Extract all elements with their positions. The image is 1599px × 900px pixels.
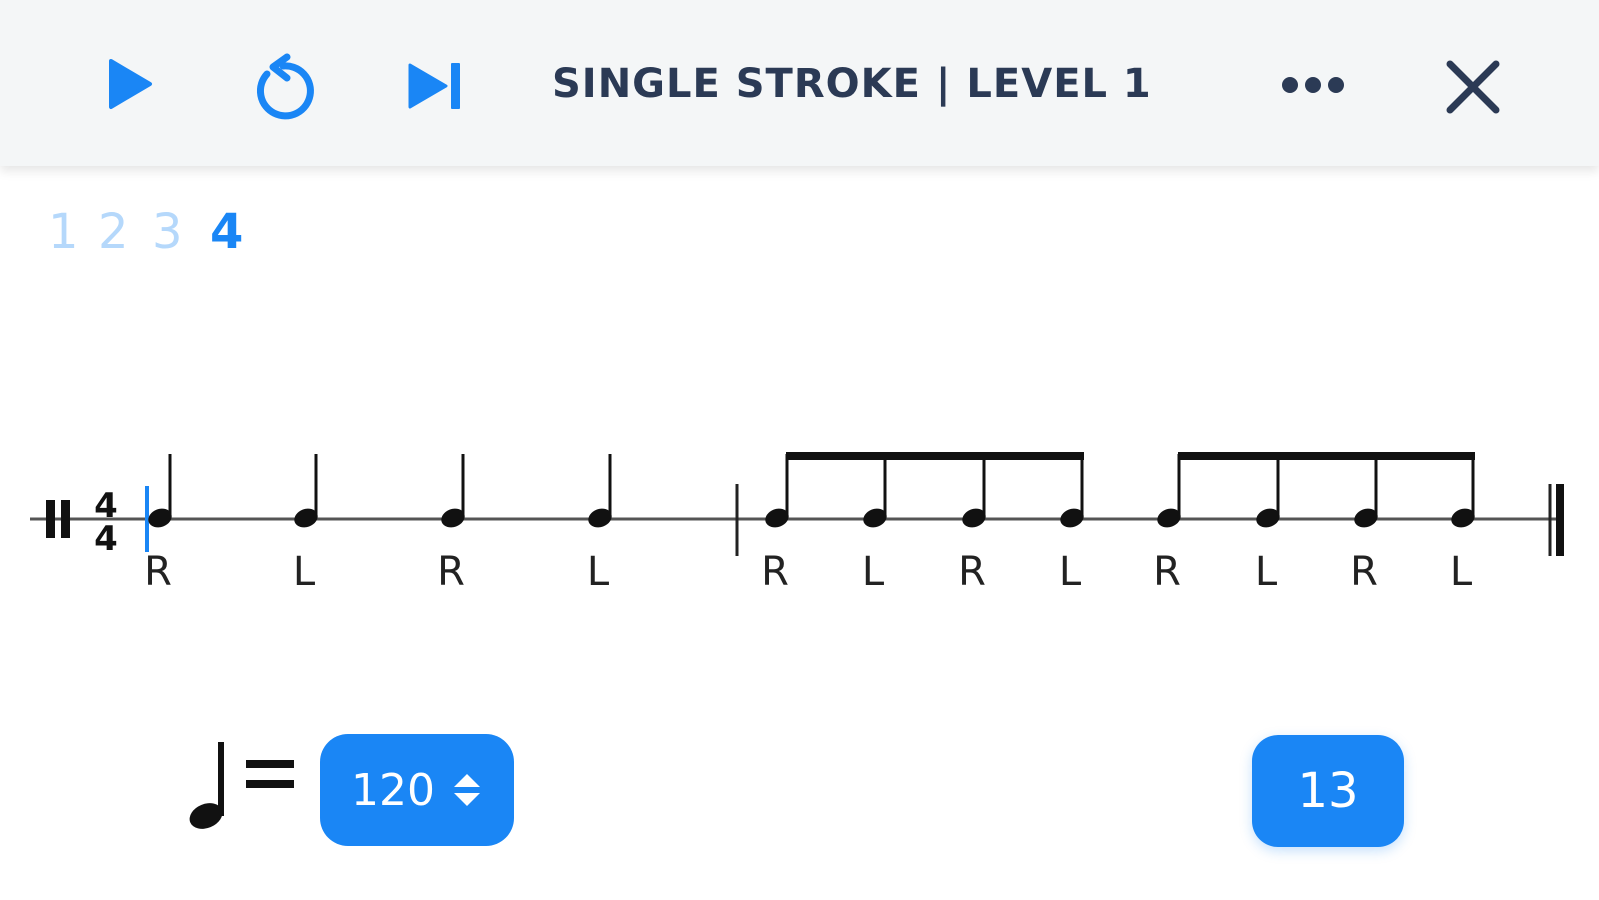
drum-notation: 4 4 R L R L R L R L R L R L	[30, 452, 1564, 595]
skip-next-icon	[408, 63, 460, 109]
sticking-label: L	[587, 549, 610, 595]
count-in-3: 3	[152, 204, 183, 260]
count-in-4: 4	[210, 204, 244, 260]
count-in-1: 1	[48, 204, 79, 260]
time-signature: 4 4	[94, 486, 118, 559]
tempo-value: 120	[351, 764, 435, 816]
sticking-label: L	[862, 549, 885, 595]
sticking-label: L	[1450, 549, 1473, 595]
top-toolbar: SINGLE STROKE | LEVEL 1	[0, 0, 1599, 166]
note-beam	[1178, 452, 1475, 460]
sticking-label: R	[761, 549, 789, 595]
repetition-counter-button[interactable]: 13	[1252, 735, 1404, 847]
sticking-label: L	[1059, 549, 1082, 595]
equals-sign	[246, 752, 296, 796]
play-button[interactable]	[100, 52, 160, 116]
time-signature-bottom: 4	[94, 519, 118, 559]
more-horizontal-icon	[1282, 77, 1344, 93]
sticking-label: R	[437, 549, 465, 595]
quarter-note-icon	[189, 742, 224, 829]
sticking-label: R	[144, 549, 172, 595]
play-icon	[109, 59, 152, 109]
note-beam	[786, 452, 1084, 460]
restart-icon	[257, 53, 314, 120]
more-button[interactable]	[1278, 68, 1348, 102]
sticking-label: R	[958, 549, 986, 595]
close-icon	[1446, 60, 1500, 114]
sticking-label: L	[293, 549, 316, 595]
count-in-2: 2	[98, 204, 129, 260]
sticking-label: R	[1350, 549, 1378, 595]
skip-next-button[interactable]	[404, 58, 466, 114]
page-title: SINGLE STROKE | LEVEL 1	[552, 61, 1152, 107]
notes: RLRLRLRLRLRL	[144, 452, 1475, 595]
restart-button[interactable]	[244, 52, 320, 124]
tempo-stepper[interactable]: 120	[320, 734, 514, 846]
close-button[interactable]	[1442, 56, 1504, 118]
practice-screen: SINGLE STROKE | LEVEL 1 1 2 3 4 4 4 R L …	[0, 0, 1599, 900]
chevron-updown-icon	[453, 774, 480, 806]
sticking-label: R	[1153, 549, 1181, 595]
sticking-label: L	[1255, 549, 1278, 595]
